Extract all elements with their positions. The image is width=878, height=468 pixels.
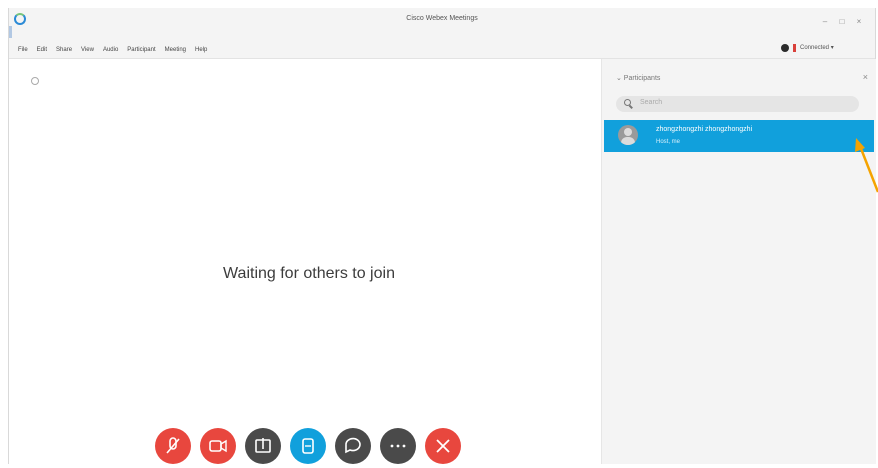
leave-meeting-button[interactable] bbox=[425, 428, 461, 464]
participant-name: zhongzhongzhi zhongzhongzhi bbox=[656, 126, 753, 133]
close-icon bbox=[436, 439, 450, 453]
more-icon bbox=[390, 444, 406, 448]
menu-edit[interactable]: Edit bbox=[37, 40, 47, 60]
menu-bar: File Edit Share View Audio Participant Meeting… bbox=[9, 38, 875, 59]
participants-panel: ⌄ Participants × Search zhongzhongzhi zh… bbox=[601, 59, 876, 464]
chat-icon bbox=[345, 437, 361, 454]
maximize-icon[interactable]: □ bbox=[836, 17, 848, 27]
menu-participant[interactable]: Participant bbox=[127, 40, 155, 60]
mute-button[interactable] bbox=[155, 428, 191, 464]
participant-role: Host, me bbox=[656, 139, 681, 145]
panel-close-icon[interactable]: × bbox=[863, 72, 868, 82]
participants-header[interactable]: ⌄ Participants bbox=[616, 74, 660, 82]
menu-meeting[interactable]: Meeting bbox=[165, 40, 186, 60]
share-icon bbox=[255, 438, 271, 453]
window-title: Cisco Webex Meetings bbox=[406, 15, 478, 22]
signal-icon bbox=[793, 44, 796, 52]
search-icon-handle bbox=[629, 104, 633, 109]
meeting-stage: Waiting for others to join bbox=[9, 59, 595, 464]
title-bar: Cisco Webex Meetings – □ × bbox=[9, 8, 875, 38]
menu-help[interactable]: Help bbox=[195, 40, 207, 60]
more-options-button[interactable] bbox=[380, 428, 416, 464]
search-placeholder: Search bbox=[640, 99, 663, 106]
camera-icon bbox=[209, 439, 227, 453]
minimize-icon[interactable]: – bbox=[819, 17, 831, 27]
meeting-controls bbox=[9, 428, 875, 468]
menu-file[interactable]: File bbox=[18, 40, 28, 60]
menu-share[interactable]: Share bbox=[56, 40, 72, 60]
participant-row[interactable]: zhongzhongzhi zhongzhongzhi Host, me bbox=[604, 120, 874, 152]
connection-dropdown[interactable]: Connected ▾ bbox=[800, 38, 834, 58]
menu-audio[interactable]: Audio bbox=[103, 40, 118, 60]
menu-view[interactable]: View bbox=[81, 40, 94, 60]
microphone-icon bbox=[166, 437, 180, 454]
video-button[interactable] bbox=[200, 428, 236, 464]
settings-icon[interactable] bbox=[31, 77, 39, 85]
connection-status-icon bbox=[781, 44, 789, 52]
record-icon bbox=[302, 438, 314, 454]
record-button[interactable] bbox=[290, 428, 326, 464]
avatar bbox=[618, 125, 638, 145]
share-button[interactable] bbox=[245, 428, 281, 464]
waiting-message: Waiting for others to join bbox=[223, 265, 395, 282]
chat-button[interactable] bbox=[335, 428, 371, 464]
app-window: Cisco Webex Meetings – □ × File Edit Share… bbox=[8, 8, 876, 464]
participant-search[interactable]: Search bbox=[616, 96, 859, 112]
close-icon[interactable]: × bbox=[853, 17, 865, 27]
